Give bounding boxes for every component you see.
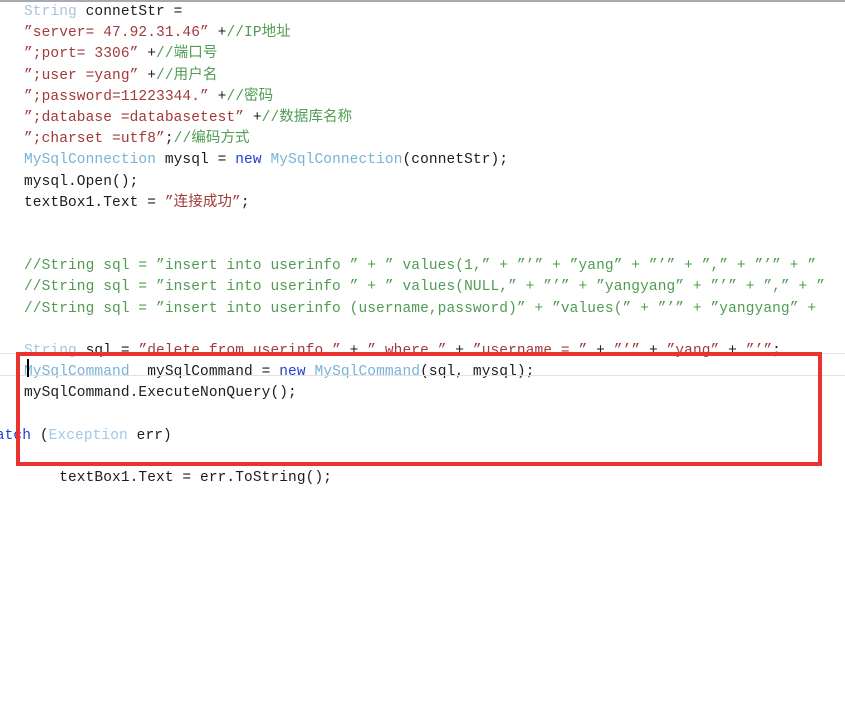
code-token: +	[640, 343, 667, 359]
code-token: MySqlConnection	[24, 152, 157, 169]
code-token: ”;database =databasetest”	[24, 109, 245, 126]
code-line[interactable]: ”server= 47.92.31.46” +//IP地址	[0, 23, 845, 44]
code-token: +	[340, 343, 368, 359]
code-token: connetStr =	[76, 4, 183, 20]
code-line[interactable]: ”;password=11223344.” +//密码	[0, 87, 845, 108]
code-token: //String sql = ”insert into userinfo (us…	[24, 300, 817, 317]
code-token: textBox1.Text = err.ToString();	[24, 470, 333, 487]
code-token: Exception	[48, 427, 128, 444]
code-line[interactable]	[0, 320, 845, 341]
code-line[interactable]	[0, 447, 845, 468]
code-line[interactable]: String sql = ”delete from userinfo ” + ”…	[0, 341, 845, 362]
code-token: ”;charset =utf8”	[24, 131, 165, 148]
code-line[interactable]: MySqlCommand mySqlCommand = new MySqlCom…	[0, 362, 845, 383]
current-line-rule-bottom	[0, 375, 845, 376]
code-line[interactable]: MySqlConnection mysql = new MySqlConnect…	[0, 150, 845, 171]
code-token: ”username = ”	[472, 343, 588, 359]
code-token: MySqlCommand	[24, 364, 130, 381]
code-token: //用户名	[156, 67, 218, 84]
code-token: (connetStr);	[402, 152, 509, 169]
code-token: ”delete from userinfo ”	[138, 343, 341, 359]
code-line[interactable]: mysql.Open();	[0, 172, 845, 193]
code-token: ”连接成功”	[164, 194, 241, 211]
code-token: +	[587, 343, 614, 359]
code-token: +	[208, 25, 227, 42]
code-token: //IP地址	[226, 25, 291, 42]
code-line[interactable]: ”;database =databasetest” +//数据库名称	[0, 108, 845, 129]
code-token: +	[208, 88, 227, 105]
code-line[interactable]: //String sql = ”insert into userinfo ” +…	[0, 277, 845, 298]
code-line[interactable]: textBox1.Text = ”连接成功”;	[0, 193, 845, 214]
code-token: ”;port= 3306”	[24, 46, 139, 63]
code-token: //String sql = ”insert into userinfo ” +…	[24, 279, 825, 296]
code-line[interactable]: textBox1.Text = err.ToString();	[0, 468, 845, 489]
code-line[interactable]: String connetStr =	[0, 2, 845, 23]
code-token: new	[279, 364, 306, 381]
code-token: ”’”	[613, 343, 641, 359]
current-line-rule-top	[0, 353, 845, 354]
code-token: ;	[772, 343, 781, 359]
code-line[interactable]: mySqlCommand.ExecuteNonQuery();	[0, 383, 845, 404]
code-token: mysql.Open();	[24, 173, 139, 190]
code-lines-container[interactable]: String connetStr = ”server= 47.92.31.46” …	[0, 2, 845, 489]
code-token: ”yang”	[666, 343, 720, 359]
code-line[interactable]: ”;charset =utf8”;//编码方式	[0, 129, 845, 150]
code-token: textBox1.Text =	[24, 194, 165, 211]
code-line[interactable]: ”;port= 3306” +//端口号	[0, 44, 845, 65]
code-token: +	[244, 109, 262, 126]
code-token: String	[24, 343, 77, 359]
code-token: err)	[127, 427, 172, 444]
code-token: ;	[240, 194, 250, 211]
code-token: MySqlCommand	[314, 364, 421, 381]
code-token: (sql, mysql);	[420, 364, 535, 381]
code-token: ”;password=11223344.”	[24, 88, 209, 105]
code-token: +	[719, 343, 746, 359]
code-token: +	[138, 46, 157, 63]
code-token: +	[446, 343, 473, 359]
code-token: String	[24, 4, 77, 20]
code-line[interactable]	[0, 235, 845, 256]
code-line[interactable]	[0, 214, 845, 235]
code-token: catch	[0, 427, 32, 444]
code-token: mySqlCommand =	[129, 364, 280, 381]
code-line[interactable]: ”;user =yang” +//用户名	[0, 66, 845, 87]
text-caret	[27, 359, 29, 377]
code-token: (	[31, 427, 49, 444]
code-token: //String sql = ”insert into userinfo ” +…	[24, 258, 817, 275]
code-token: MySqlConnection	[270, 152, 403, 169]
code-token: ”’”	[745, 343, 773, 359]
code-token: //端口号	[156, 46, 218, 63]
code-token: mySqlCommand.ExecuteNonQuery();	[24, 385, 297, 402]
code-token: ;	[164, 131, 174, 148]
code-line[interactable]: //String sql = ”insert into userinfo (us…	[0, 299, 845, 320]
code-token: //数据库名称	[261, 109, 353, 126]
code-token: sql =	[76, 343, 139, 359]
code-token: ”;user =yang”	[24, 67, 139, 84]
code-editor[interactable]: String connetStr = ”server= 47.92.31.46” …	[0, 0, 845, 728]
code-token: //编码方式	[173, 131, 250, 148]
code-token: //密码	[226, 88, 274, 105]
code-line[interactable]: //String sql = ”insert into userinfo ” +…	[0, 256, 845, 277]
code-line[interactable]: catch (Exception err)	[0, 426, 845, 447]
code-token: mysql =	[156, 152, 236, 169]
code-token: ” where ”	[367, 343, 447, 359]
code-token: +	[138, 67, 157, 84]
code-token: ”server= 47.92.31.46”	[24, 25, 209, 42]
code-line[interactable]	[0, 405, 845, 426]
code-token: new	[235, 152, 262, 169]
